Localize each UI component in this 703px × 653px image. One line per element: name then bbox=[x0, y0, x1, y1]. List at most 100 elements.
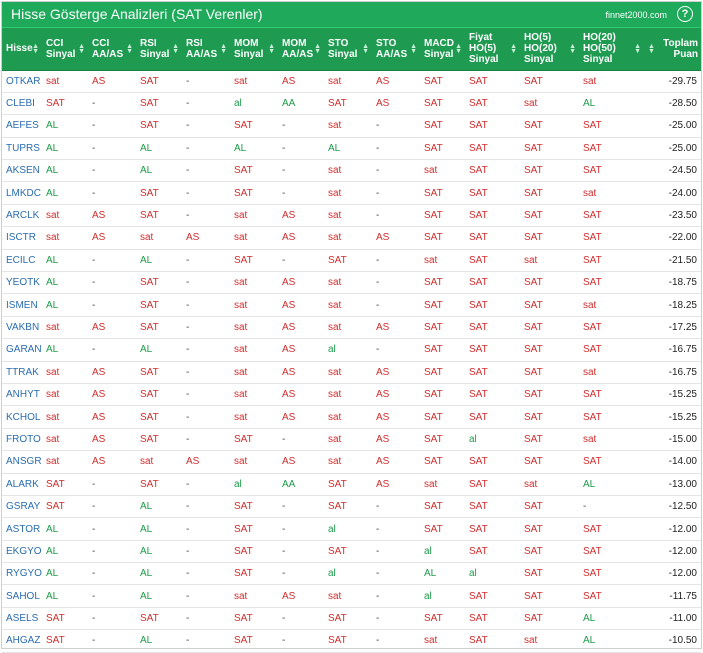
column-header-hisse[interactable]: Hisse ▲ ▼ bbox=[2, 28, 42, 71]
table-row: EKGYO AL - AL - SAT - SAT - al SAT SAT SAT -12.00 bbox=[2, 540, 701, 564]
signal-cell: SAT bbox=[42, 495, 88, 519]
stock-code-link[interactable]: AKSEN bbox=[2, 159, 42, 183]
stock-code-link[interactable]: OTKAR bbox=[2, 70, 42, 93]
stock-code-link[interactable]: SAHOL bbox=[2, 584, 42, 608]
signal-cell: sat bbox=[324, 181, 372, 205]
signal-cell: SAT bbox=[579, 249, 644, 273]
signal-cell: AL bbox=[579, 607, 644, 631]
signal-cell: - bbox=[88, 137, 136, 161]
column-header-rsi_aaas[interactable]: RSI AA/AS ▲ ▼ bbox=[182, 28, 230, 71]
stock-code-link[interactable]: ECILC bbox=[2, 249, 42, 273]
stock-code-link[interactable]: KCHOL bbox=[2, 405, 42, 429]
column-header-mom_aaas[interactable]: MOM AA/AS ▲ ▼ bbox=[278, 28, 324, 71]
total-score-cell: -13.00 bbox=[644, 473, 701, 496]
signal-cell: AL bbox=[42, 517, 88, 541]
signal-cell: - bbox=[88, 114, 136, 138]
table-row: AKSEN AL - AL - SAT - sat - sat SAT SAT SAT -24.50 bbox=[2, 159, 701, 183]
table-row: LMKDC AL - SAT - SAT - sat - SAT SAT SAT sat -24.00 bbox=[2, 181, 701, 205]
stock-code-link[interactable]: FROTO bbox=[2, 428, 42, 452]
column-header-ho5_ho20[interactable]: HO(5) HO(20) Sinyal ▲ ▼ bbox=[520, 28, 579, 71]
column-header-sto_aaas[interactable]: STO AA/AS ▲ ▼ bbox=[372, 28, 420, 71]
total-score-cell: -18.25 bbox=[644, 293, 701, 317]
signal-cell: al bbox=[230, 92, 278, 116]
column-header-macd_sinyal[interactable]: MACD Sinyal ▲ ▼ bbox=[420, 28, 465, 71]
signal-cell: SAT bbox=[324, 92, 372, 116]
signal-cell: SAT bbox=[230, 181, 278, 205]
table-row: RYGYO AL - AL - SAT - al - AL al SAT SAT -12.00 bbox=[2, 562, 701, 586]
stock-code-link[interactable]: LMKDC bbox=[2, 181, 42, 205]
total-score-cell: -23.50 bbox=[644, 204, 701, 228]
signal-cell: sat bbox=[324, 584, 372, 608]
signal-cell: - bbox=[278, 181, 324, 205]
stock-code-link[interactable]: ASTOR bbox=[2, 517, 42, 541]
signal-cell: SAT bbox=[136, 293, 182, 317]
signal-cell: AL bbox=[136, 562, 182, 586]
stock-code-link[interactable]: ISMEN bbox=[2, 293, 42, 317]
signal-cell: - bbox=[182, 473, 230, 496]
column-header-cci_sinyal[interactable]: CCI Sinyal ▲ ▼ bbox=[42, 28, 88, 71]
column-header-rsi_sinyal[interactable]: RSI Sinyal ▲ ▼ bbox=[136, 28, 182, 71]
column-header-label: CCI Sinyal bbox=[46, 37, 76, 60]
stock-code-link[interactable]: RYGYO bbox=[2, 562, 42, 586]
stock-code-link[interactable]: AEFES bbox=[2, 114, 42, 138]
stock-code-link[interactable]: GARAN bbox=[2, 338, 42, 362]
stock-code-link[interactable]: TTRAK bbox=[2, 361, 42, 384]
sort-icon: ▲ ▼ bbox=[126, 42, 133, 55]
signal-cell: sat bbox=[579, 428, 644, 452]
column-header-toplam_puan[interactable]: Toplam Puan ▲ ▼ bbox=[644, 28, 701, 71]
help-icon[interactable]: ? bbox=[677, 6, 693, 22]
stock-code-link[interactable]: EKGYO bbox=[2, 540, 42, 564]
stock-code-link[interactable]: YEOTK bbox=[2, 271, 42, 295]
signal-cell: SAT bbox=[579, 540, 644, 564]
signal-cell: SAT bbox=[465, 405, 520, 429]
signal-cell: sat bbox=[42, 361, 88, 384]
column-header-label: HO(5) HO(20) Sinyal bbox=[524, 32, 557, 66]
column-header-mom_sinyal[interactable]: MOM Sinyal ▲ ▼ bbox=[230, 28, 278, 71]
signal-cell: SAT bbox=[136, 316, 182, 340]
signal-cell: - bbox=[88, 607, 136, 631]
stock-code-link[interactable]: ALARK bbox=[2, 473, 42, 496]
signal-cell: sat bbox=[42, 383, 88, 407]
stock-code-link[interactable]: ARCLK bbox=[2, 204, 42, 228]
column-header-cci_aaas[interactable]: CCI AA/AS ▲ ▼ bbox=[88, 28, 136, 71]
signal-cell: SAT bbox=[579, 584, 644, 608]
table-row: ASELS SAT - SAT - SAT - SAT - SAT SAT SAT AL -11.00 bbox=[2, 607, 701, 631]
signal-cell: AS bbox=[88, 204, 136, 228]
signal-cell: AL bbox=[136, 338, 182, 362]
signal-cell: AL bbox=[136, 137, 182, 161]
stock-code-link[interactable]: GSRAY bbox=[2, 495, 42, 519]
table-row: SAHOL AL - AL - sat AS sat - al SAT SAT SAT -11.75 bbox=[2, 584, 701, 608]
signal-cell: - bbox=[372, 607, 420, 631]
signal-cell: SAT bbox=[520, 607, 579, 631]
column-header-ho20_ho50[interactable]: HO(20) HO(50) Sinyal ▲ ▼ bbox=[579, 28, 644, 71]
signal-cell: SAT bbox=[465, 450, 520, 474]
total-score-cell: -12.00 bbox=[644, 517, 701, 541]
signal-cell: AS bbox=[278, 70, 324, 93]
stock-code-link[interactable]: ISCTR bbox=[2, 226, 42, 250]
signal-cell: - bbox=[372, 562, 420, 586]
column-header-label: MACD Sinyal bbox=[424, 37, 454, 60]
stock-code-link[interactable]: VAKBN bbox=[2, 316, 42, 340]
signal-cell: SAT bbox=[420, 70, 465, 93]
signal-cell: SAT bbox=[324, 607, 372, 631]
signal-cell: - bbox=[372, 181, 420, 205]
stock-code-link[interactable]: ASELS bbox=[2, 607, 42, 631]
stock-code-link[interactable]: TUPRS bbox=[2, 137, 42, 161]
column-header-sto_sinyal[interactable]: STO Sinyal ▲ ▼ bbox=[324, 28, 372, 71]
stock-code-link[interactable]: ANSGR bbox=[2, 450, 42, 474]
signal-cell: sat bbox=[324, 293, 372, 317]
signal-cell: SAT bbox=[579, 316, 644, 340]
signal-cell: AL bbox=[42, 293, 88, 317]
column-header-fiyat_ho5[interactable]: Fiyat HO(5) Sinyal ▲ ▼ bbox=[465, 28, 520, 71]
column-header-label: RSI Sinyal bbox=[140, 37, 170, 60]
signal-cell: sat bbox=[324, 316, 372, 340]
signal-cell: SAT bbox=[324, 249, 372, 273]
signal-cell: AL bbox=[42, 584, 88, 608]
stock-code-link[interactable]: ANHYT bbox=[2, 383, 42, 407]
stock-code-link[interactable]: AHGAZ bbox=[2, 629, 42, 653]
stock-code-link[interactable]: CLEBI bbox=[2, 92, 42, 116]
site-label[interactable]: finnet2000.com bbox=[605, 10, 667, 20]
signal-cell: SAT bbox=[465, 159, 520, 183]
signal-cell: - bbox=[278, 137, 324, 161]
signal-cell: SAT bbox=[579, 114, 644, 138]
